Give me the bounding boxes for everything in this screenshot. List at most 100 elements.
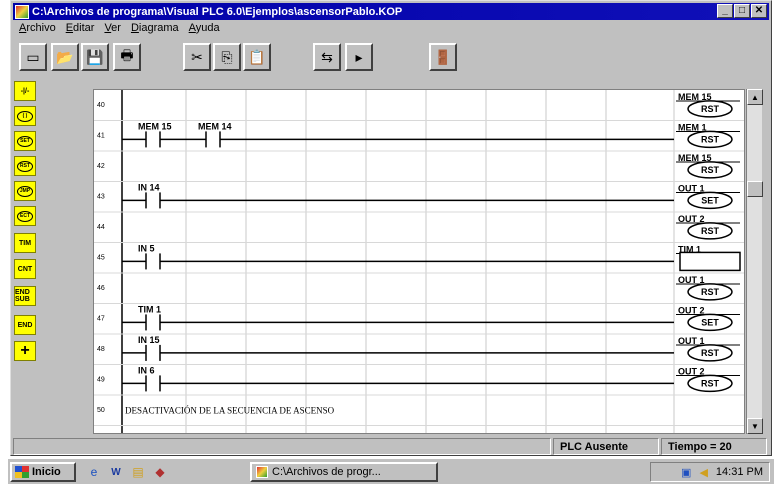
rung-number: 47	[97, 315, 105, 322]
speaker-icon[interactable]: ◀	[699, 466, 707, 479]
title-bar[interactable]: C:\Archivos de programa\Visual PLC 6.0\E…	[13, 3, 769, 20]
coil-icon[interactable]: ( )	[14, 106, 36, 126]
contact-label: MEM 15	[138, 121, 172, 131]
app-icon[interactable]: ◆	[152, 464, 168, 480]
coil-type: RST	[701, 287, 720, 297]
scroll-thumb[interactable]	[747, 181, 763, 197]
scroll-down-arrow-icon[interactable]: ▼	[747, 418, 763, 434]
internet-explorer-icon[interactable]: e	[86, 464, 102, 480]
rung-number: 40	[97, 102, 105, 109]
ladder-diagram[interactable]: 40 MEM 15 RST 41 MEM 15 MEM 14 MEM 1 RST 42 MEM 1…	[93, 89, 745, 434]
contact-gap	[146, 192, 160, 209]
rung-number: 50	[97, 407, 105, 414]
start-label: Inicio	[32, 466, 61, 478]
end-icon[interactable]: END	[14, 315, 36, 335]
counter-icon[interactable]: CNT	[14, 259, 36, 279]
coil-type: RST	[701, 226, 720, 236]
cross-icon[interactable]: +	[14, 341, 36, 361]
start-button[interactable]: Inicio	[10, 462, 76, 482]
contact-gap	[146, 131, 160, 148]
windows-logo-icon	[15, 466, 29, 478]
cut-icon[interactable]: ✂	[183, 43, 211, 71]
timer-icon[interactable]: TIM	[14, 233, 36, 253]
menu-ayuda[interactable]: Ayuda	[189, 22, 220, 38]
coil-type: RST	[701, 165, 720, 175]
end-coil-icon[interactable]: ECT	[14, 206, 36, 226]
end-sub-icon[interactable]: END SUB	[14, 286, 36, 306]
coil-type: RST	[701, 134, 720, 144]
visual-plc-app-icon[interactable]	[15, 4, 29, 19]
timer-box	[679, 251, 741, 272]
menu-bar: Archivo Editar Ver Diagrama Ayuda	[13, 22, 220, 38]
rung-number: 43	[97, 193, 105, 200]
contact-label: IN 6	[138, 365, 155, 375]
rung-number: 44	[97, 224, 105, 231]
paste-icon[interactable]: 📋	[243, 43, 271, 71]
copy-icon[interactable]: ⎘	[213, 43, 241, 71]
rung-number: 48	[97, 346, 105, 353]
simulate-icon[interactable]: ⇆	[313, 43, 341, 71]
scroll-up-arrow-icon[interactable]: ▲	[747, 89, 763, 105]
contact-label: IN 14	[138, 182, 160, 192]
coil-type: SET	[701, 317, 719, 327]
status-bar: PLC Ausente Tiempo = 20	[13, 438, 769, 455]
time-status: Tiempo = 20	[661, 438, 767, 455]
task-label: C:\Archivos de progr...	[272, 466, 381, 478]
contact-gap	[146, 375, 160, 392]
clock: 14:31 PM	[715, 466, 763, 478]
menu-archivo[interactable]: Archivo	[19, 22, 56, 38]
toolbar: ▭ 📂 💾 🖶 ✂ ⎘ 📋 ⇆ ▸ 🚪	[13, 43, 769, 75]
ladder-canvas[interactable]: 40MEM 15RST41MEM 15 MEM 14 MEM 1RST42MEM 1…	[94, 90, 745, 434]
taskbar: Inicio e W ▤ ◆ C:\Archivos de progr... ▣…	[8, 458, 774, 484]
rung-number: 41	[97, 132, 105, 139]
vertical-scrollbar[interactable]: ▲ ▼	[746, 89, 763, 434]
rung-number: 46	[97, 285, 105, 292]
set-oval: SET	[17, 135, 33, 147]
open-folder-icon[interactable]: 📂	[51, 43, 79, 71]
coil-type: RST	[701, 104, 720, 114]
coil-type: SET	[701, 195, 719, 205]
menu-diagrama[interactable]: Diagrama	[131, 22, 179, 38]
contact-label: IN 15	[138, 335, 160, 345]
close-button[interactable]: ✕	[751, 4, 767, 18]
contact-label: TIM 1	[138, 304, 161, 314]
visual-plc-task-icon	[256, 466, 268, 478]
print-icon[interactable]: 🖶	[113, 43, 141, 71]
task-visual-plc[interactable]: C:\Archivos de progr...	[250, 462, 438, 482]
explorer-icon[interactable]: ▤	[130, 464, 146, 480]
menu-editar[interactable]: Editar	[66, 22, 95, 38]
contact-icon[interactable]: -|/-	[14, 81, 36, 101]
plc-status: PLC Ausente	[553, 438, 659, 455]
rst-oval: RST	[17, 160, 33, 172]
set-coil-icon[interactable]: SET	[14, 131, 36, 151]
status-empty	[13, 438, 551, 455]
menu-ver[interactable]: Ver	[104, 22, 121, 38]
main-window: C:\Archivos de programa\Visual PLC 6.0\E…	[10, 0, 772, 456]
coil-type: RST	[701, 348, 720, 358]
window-title: C:\Archivos de programa\Visual PLC 6.0\E…	[32, 5, 403, 18]
jmp-oval: JMP	[17, 185, 33, 197]
save-icon[interactable]: 💾	[81, 43, 109, 71]
network-icon[interactable]: ▣	[681, 466, 691, 479]
minimize-button[interactable]: _	[717, 4, 733, 18]
coil-type: RST	[701, 378, 720, 388]
rung-number: 49	[97, 376, 105, 383]
contact-gap	[146, 253, 160, 270]
contact-gap	[146, 344, 160, 361]
maximize-button[interactable]: □	[734, 4, 750, 18]
rung-number: 45	[97, 254, 105, 261]
new-file-icon[interactable]: ▭	[19, 43, 47, 71]
jump-coil-icon[interactable]: JMP	[14, 181, 36, 201]
coil-oval: ( )	[17, 110, 33, 122]
system-tray: ▣ ◀ 14:31 PM	[650, 462, 770, 482]
word-icon[interactable]: W	[108, 464, 124, 480]
run-icon[interactable]: ▸	[345, 43, 373, 71]
contact-gap	[146, 314, 160, 331]
rung-comment: DESACTIVACIÓN DE LA SECUENCIA DE ASCENSO	[125, 405, 335, 415]
rung-number: 42	[97, 163, 105, 170]
contact-label: IN 5	[138, 243, 155, 253]
contact-gap	[206, 131, 220, 148]
ect-oval: ECT	[17, 210, 33, 222]
exit-icon[interactable]: 🚪	[429, 43, 457, 71]
reset-coil-icon[interactable]: RST	[14, 156, 36, 176]
